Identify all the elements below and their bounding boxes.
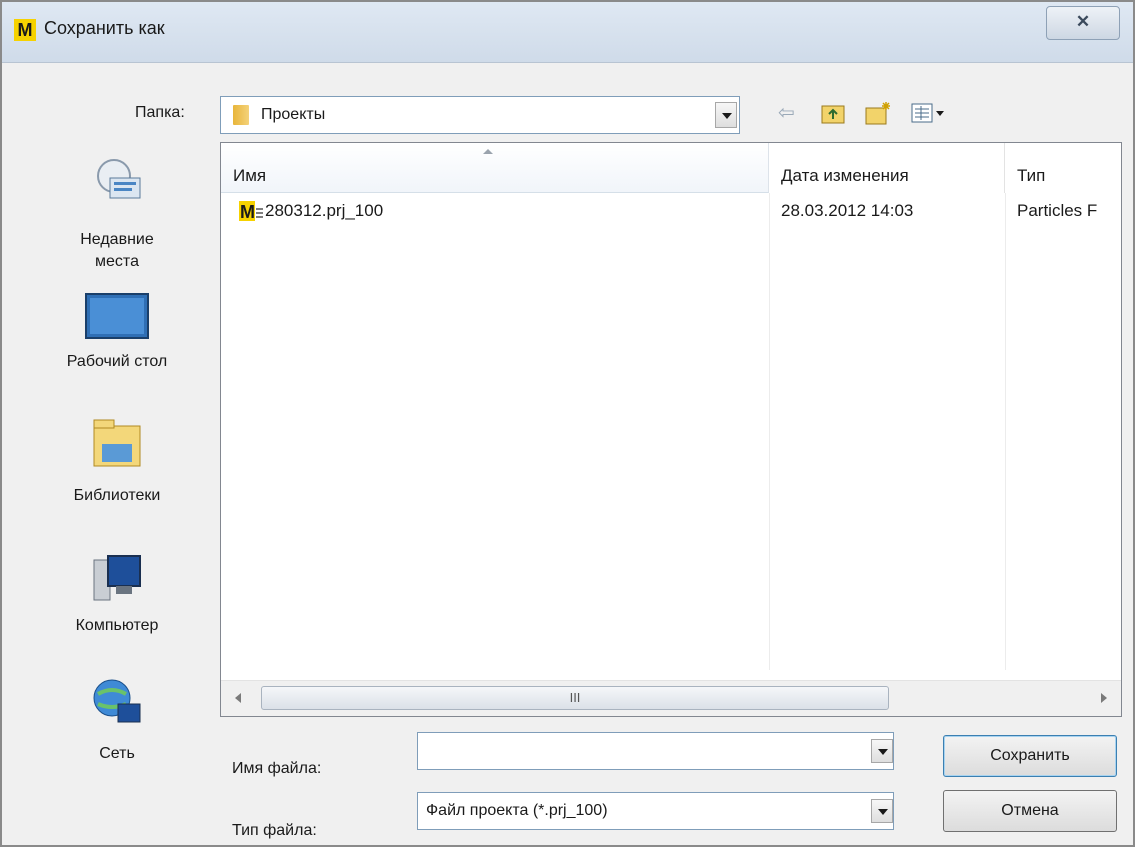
computer-icon xyxy=(93,555,141,601)
recent-places-icon xyxy=(97,159,141,199)
new-folder-icon[interactable] xyxy=(864,100,892,126)
folder-dropdown-button[interactable] xyxy=(715,102,737,128)
cancel-button[interactable]: Отмена xyxy=(943,790,1117,832)
place-desktop[interactable]: Рабочий стол xyxy=(42,290,192,380)
horizontal-scrollbar[interactable]: III xyxy=(221,680,1121,716)
place-computer[interactable]: Компьютер xyxy=(42,552,192,652)
place-libraries[interactable]: Библиотеки xyxy=(42,416,192,516)
file-list[interactable]: Имя Дата изменения Тип M 280312.prj_100 … xyxy=(220,142,1122,717)
place-label: Недавние xyxy=(80,231,154,248)
filename-dropdown-button[interactable] xyxy=(871,739,893,763)
filetype-value: Файл проекта (*.prj_100) xyxy=(426,802,608,819)
place-label: места xyxy=(95,253,139,270)
folder-label: Папка: xyxy=(135,104,185,121)
file-date: 28.03.2012 14:03 xyxy=(781,201,914,220)
libraries-icon xyxy=(93,419,141,467)
filename-field[interactable] xyxy=(417,732,894,770)
title-bar[interactable]: M Сохранить как ✕ xyxy=(2,2,1133,63)
filetype-label: Тип файла: xyxy=(232,822,317,839)
filename-label: Имя файла: xyxy=(232,760,322,777)
save-as-dialog: M Сохранить как ✕ Папка: Проекты ⇦ Недав… xyxy=(0,0,1135,847)
place-recent[interactable]: Недавние места xyxy=(42,154,192,274)
filetype-dropdown-button[interactable] xyxy=(871,799,893,823)
places-bar: Недавние места Рабочий стол Библиотеки К… xyxy=(42,144,192,834)
view-menu-icon[interactable] xyxy=(910,100,946,126)
place-network[interactable]: Сеть xyxy=(42,676,192,776)
filetype-select[interactable]: Файл проекта (*.prj_100) xyxy=(417,792,894,830)
window-title: Сохранить как xyxy=(44,18,165,38)
svg-text:M: M xyxy=(240,202,255,222)
current-folder: Проекты xyxy=(261,106,326,123)
folder-combo[interactable]: Проекты xyxy=(220,96,740,134)
file-type: Particles F xyxy=(1017,201,1098,220)
place-label: Библиотеки xyxy=(73,487,161,504)
scroll-right-icon[interactable] xyxy=(1101,693,1107,703)
place-label: Сеть xyxy=(99,745,135,762)
folder-icon xyxy=(233,105,249,125)
place-label: Компьютер xyxy=(75,617,159,634)
network-icon xyxy=(93,679,141,723)
place-label: Рабочий стол xyxy=(66,353,168,370)
up-folder-icon[interactable] xyxy=(820,100,846,126)
column-header-label: Имя xyxy=(233,166,267,185)
close-button[interactable]: ✕ xyxy=(1046,6,1120,40)
app-logo-icon: M xyxy=(14,19,36,41)
project-file-icon: M xyxy=(239,201,263,222)
sort-ascending-icon xyxy=(483,149,493,154)
file-row[interactable]: M 280312.prj_100 28.03.2012 14:03 Partic… xyxy=(221,197,1121,227)
save-button[interactable]: Сохранить xyxy=(943,735,1117,777)
column-divider xyxy=(769,193,770,670)
back-arrow-icon[interactable]: ⇦ xyxy=(778,101,795,125)
file-name: 280312.prj_100 xyxy=(265,201,384,220)
scroll-left-icon[interactable] xyxy=(235,693,241,703)
column-divider xyxy=(1005,193,1006,670)
scroll-thumb[interactable]: III xyxy=(261,686,889,710)
column-header-type[interactable]: Тип xyxy=(1005,143,1121,193)
column-header-date[interactable]: Дата изменения xyxy=(769,143,1005,193)
column-header-name[interactable]: Имя xyxy=(221,143,769,193)
desktop-icon xyxy=(85,293,149,339)
